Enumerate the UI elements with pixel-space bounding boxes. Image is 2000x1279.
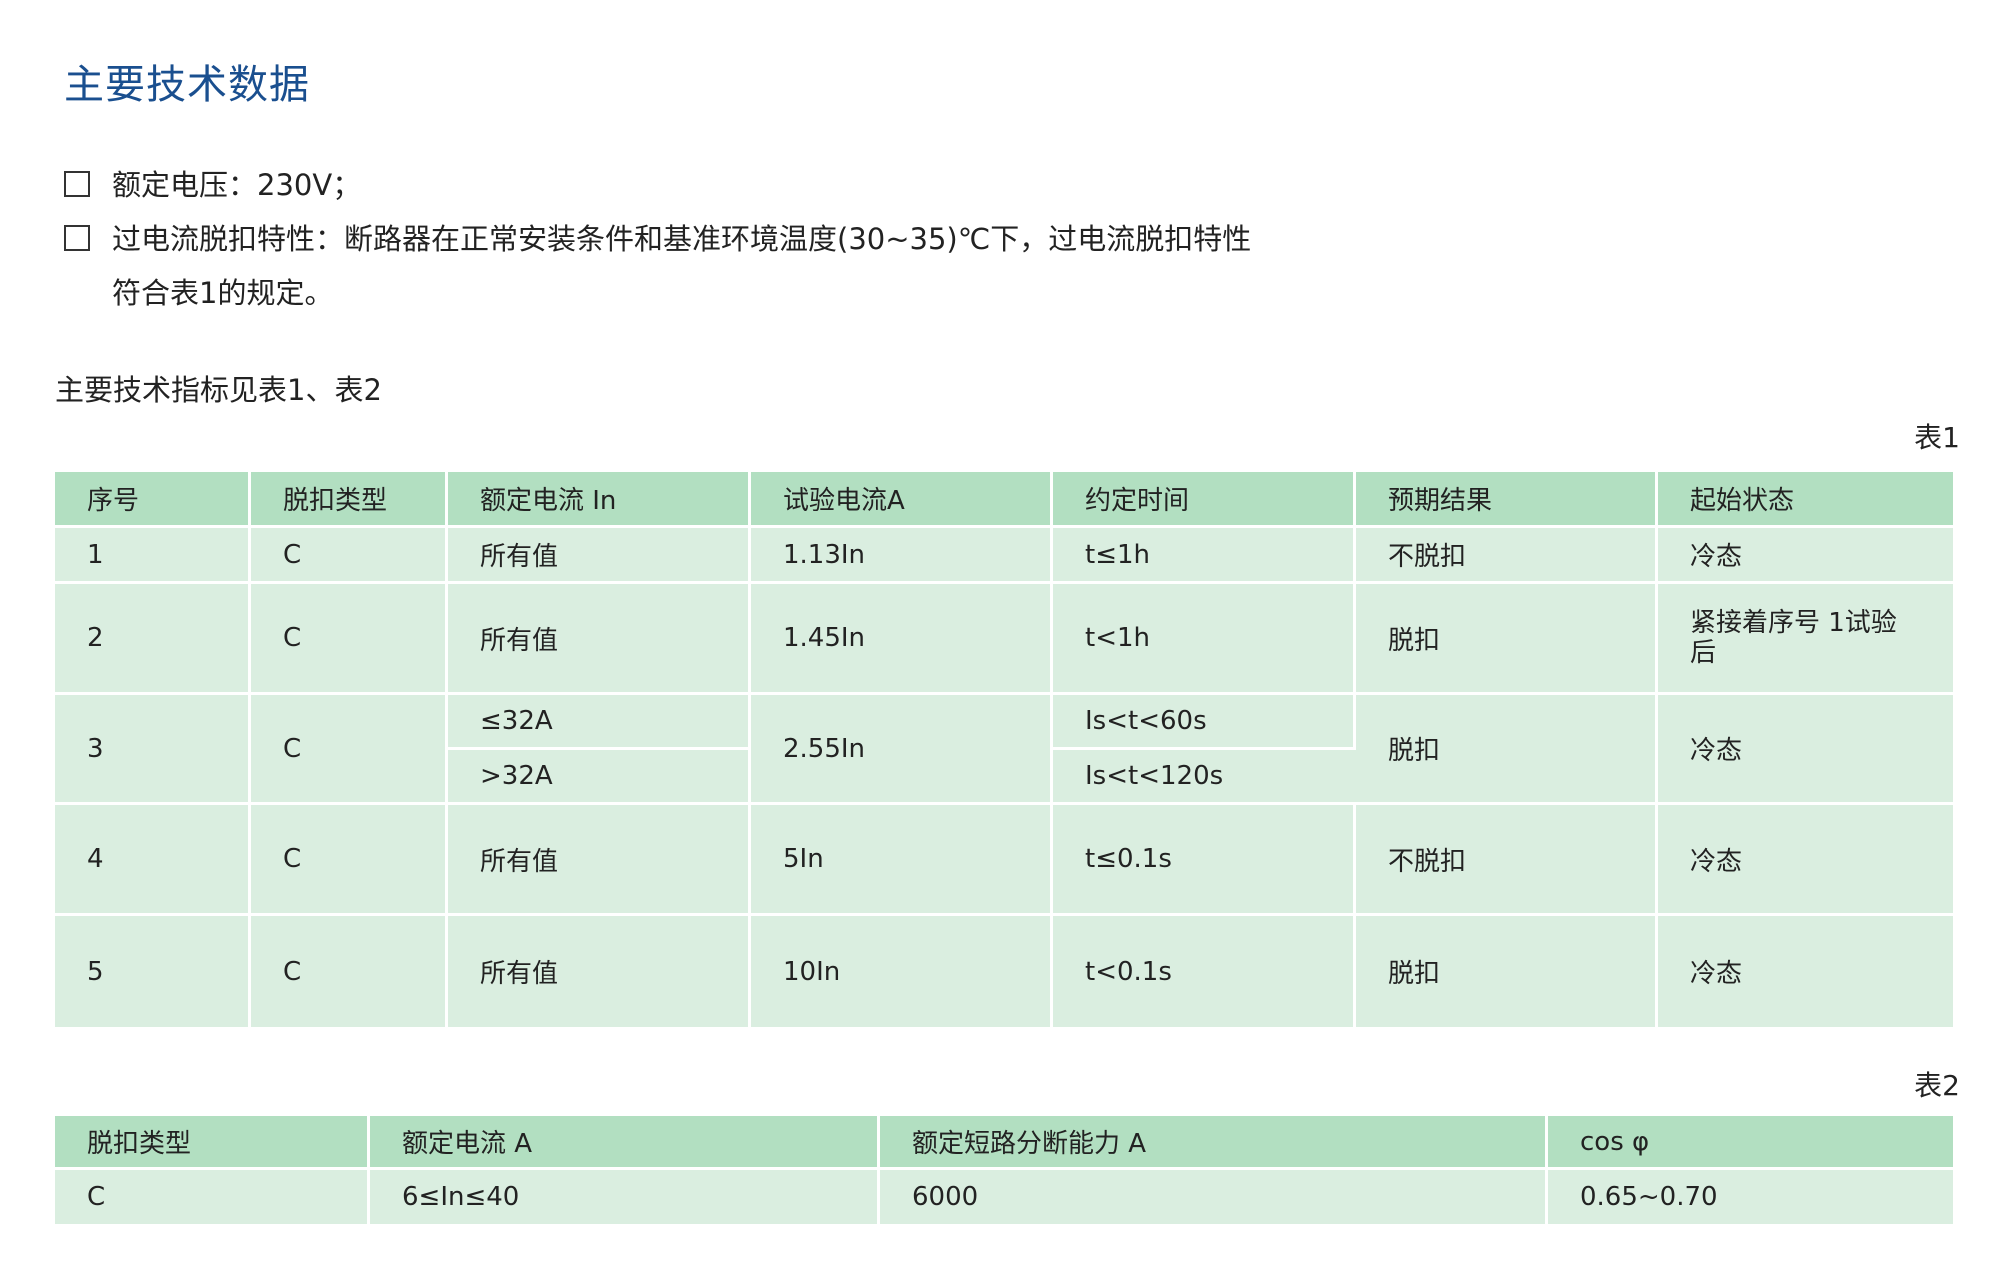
cell-type: C (251, 916, 448, 1027)
column-header: 脱扣类型 (251, 472, 448, 528)
cell-result: 不脱扣 (1356, 805, 1658, 916)
table-row: 5 C 所有值 10In t<0.1s 脱扣 冷态 (55, 916, 1953, 1027)
cell-test-current: 5In (751, 805, 1053, 916)
cell-no: 2 (55, 584, 251, 695)
breaking-capacity-table: 脱扣类型 额定电流 A 额定短路分断能力 A cos φ C 6≤In≤40 6… (55, 1116, 1953, 1224)
table-header-row: 序号 脱扣类型 额定电流 In 试验电流A 约定时间 预期结果 起始状态 (55, 472, 1953, 528)
table-row: 4 C 所有值 5In t≤0.1s 不脱扣 冷态 (55, 805, 1953, 916)
table-row: C 6≤In≤40 6000 0.65~0.70 (55, 1170, 1953, 1224)
trip-characteristic-table: 序号 脱扣类型 额定电流 In 试验电流A 约定时间 预期结果 起始状态 1 C… (55, 472, 1953, 1027)
cell-current: 所有值 (448, 584, 751, 695)
cell-type: C (251, 805, 448, 916)
column-header: cos φ (1548, 1116, 1953, 1170)
cell-current: 所有值 (448, 528, 751, 584)
cell-current: 6≤In≤40 (370, 1170, 880, 1224)
cell-type: C (251, 695, 448, 805)
cell-test-current: 2.55In (751, 695, 1053, 805)
column-header: 脱扣类型 (55, 1116, 370, 1170)
spec-item-line: 过电流脱扣特性：断路器在正常安装条件和基准环境温度(30~35)℃下，过电流脱扣… (112, 222, 1252, 256)
table-row: 3 C ≤32A 2.55In Is<t<60s 脱扣 冷态 (55, 695, 1953, 805)
cell-test-current: 1.13In (751, 528, 1053, 584)
cell-result: 不脱扣 (1356, 528, 1658, 584)
cell-result: 脱扣 (1356, 916, 1658, 1027)
cell-state: 冷态 (1658, 528, 1953, 584)
cell-type: C (55, 1170, 370, 1224)
cell-current: >32A (448, 750, 751, 805)
column-header: 额定电流 A (370, 1116, 880, 1170)
cell-time: t<0.1s (1053, 916, 1356, 1027)
cell-state: 紧接着序号 1试验后 (1658, 584, 1953, 695)
page-title: 主要技术数据 (64, 62, 310, 108)
cell-no: 5 (55, 916, 251, 1027)
cell-no: 4 (55, 805, 251, 916)
spec-item-text: 额定电压：230V； (112, 168, 362, 202)
section-subtitle: 主要技术指标见表1、表2 (55, 373, 382, 407)
cell-no: 3 (55, 695, 251, 805)
cell-result: 脱扣 (1356, 584, 1658, 695)
cell-current: ≤32A (448, 695, 751, 750)
spec-item-voltage: 额定电压：230V； (64, 158, 1464, 212)
cell-state: 冷态 (1658, 805, 1953, 916)
checkbox-square-icon (64, 225, 90, 251)
cell-time: t≤0.1s (1053, 805, 1356, 916)
column-header: 额定短路分断能力 A (880, 1116, 1548, 1170)
spec-item-trip-characteristic: 过电流脱扣特性：断路器在正常安装条件和基准环境温度(30~35)℃下，过电流脱扣… (64, 212, 1464, 320)
cell-state: 冷态 (1690, 959, 1743, 989)
cell-time: Is<t<60s (1053, 695, 1356, 750)
table-header-row: 脱扣类型 额定电流 A 额定短路分断能力 A cos φ (55, 1116, 1953, 1170)
cell-state: 冷态 (1658, 695, 1953, 805)
column-header: 额定电流 In (448, 472, 751, 528)
cell-type: C (251, 528, 448, 584)
cell-test-current: 1.45In (751, 584, 1053, 695)
table-row: 2 C 所有值 1.45In t<1h 脱扣 紧接着序号 1试验后 (55, 584, 1953, 695)
cell-current: 所有值 (448, 916, 751, 1027)
column-header: 预期结果 (1356, 472, 1658, 528)
column-header: 试验电流A (751, 472, 1053, 528)
spec-item-text: 过电流脱扣特性：断路器在正常安装条件和基准环境温度(30~35)℃下，过电流脱扣… (112, 212, 1464, 320)
table1-caption: 表1 (1914, 421, 1960, 454)
cell-time: t<1h (1053, 584, 1356, 695)
cell-result: 脱扣 (1356, 695, 1658, 805)
cell-no: 1 (55, 528, 251, 584)
cell-current: 所有值 (448, 805, 751, 916)
cell-time: Is<t<120s (1053, 750, 1356, 805)
cell-cos: 0.65~0.70 (1580, 1182, 1718, 1212)
cell-time: t≤1h (1053, 528, 1356, 584)
spec-item-continuation: 符合表1的规定。 (112, 276, 334, 310)
column-header: 起始状态 (1658, 472, 1953, 528)
table2-caption: 表2 (1914, 1069, 1960, 1102)
spec-list: 额定电压：230V； 过电流脱扣特性：断路器在正常安装条件和基准环境温度(30~… (64, 158, 1464, 320)
cell-type: C (251, 584, 448, 695)
cell-test-current: 10In (751, 916, 1053, 1027)
column-header: 约定时间 (1053, 472, 1356, 528)
cell-capacity: 6000 (880, 1170, 1548, 1224)
checkbox-square-icon (64, 171, 90, 197)
table-row: 1 C 所有值 1.13In t≤1h 不脱扣 冷态 (55, 528, 1953, 584)
column-header: 序号 (55, 472, 251, 528)
